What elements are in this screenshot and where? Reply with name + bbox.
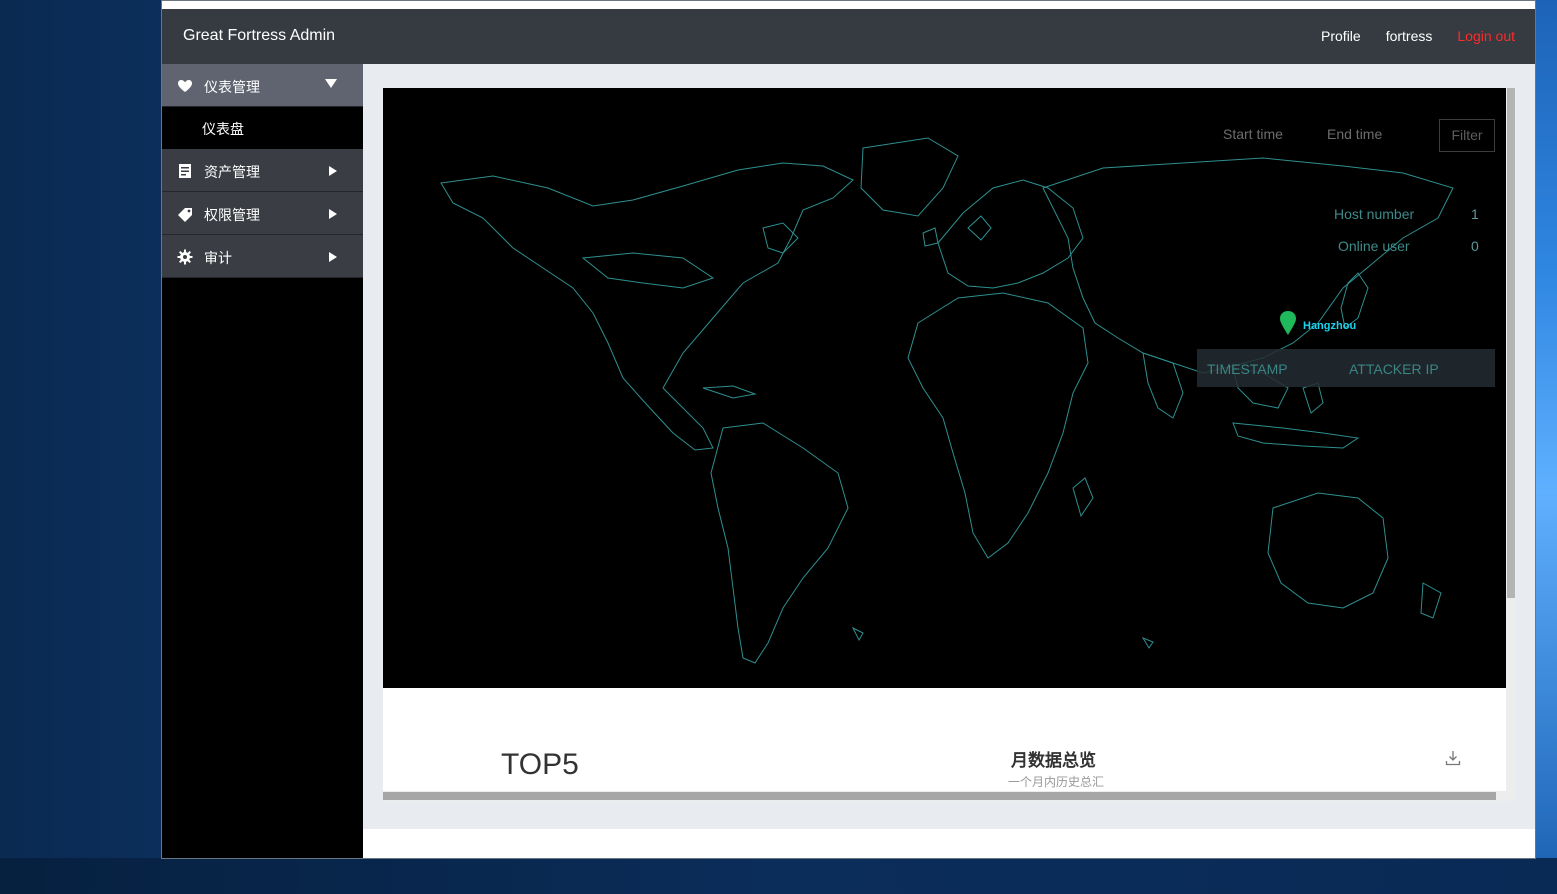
chevron-right-icon [329, 166, 337, 176]
host-number-value: 1 [1471, 206, 1479, 222]
app-brand[interactable]: Great Fortress Admin [183, 27, 335, 45]
sidebar-item-permission-management[interactable]: 权限管理 [162, 192, 363, 235]
download-icon[interactable] [1445, 750, 1461, 766]
horizontal-scrollbar-thumb[interactable] [383, 792, 1496, 800]
monthly-overview-subtitle: 一个月内历史总汇 [1008, 775, 1105, 789]
online-user-value: 0 [1471, 238, 1479, 254]
vertical-scrollbar-thumb[interactable] [1507, 88, 1515, 598]
chevron-down-icon [325, 79, 337, 88]
monthly-overview-title: 月数据总览 [1011, 751, 1096, 770]
table-header-timestamp[interactable]: TIMESTAMP [1207, 361, 1288, 377]
filter-button[interactable]: Filter [1439, 119, 1495, 152]
table-header-attacker-ip[interactable]: ATTACKER IP [1349, 361, 1439, 377]
top5-title: TOP5 [501, 748, 579, 781]
sidebar-item-label: 仪表管理 [204, 79, 260, 95]
world-map-outline [440, 137, 1454, 664]
host-number-label: Host number [1334, 206, 1415, 222]
world-map[interactable]: Start time End time Filter Host number 1… [383, 88, 1506, 688]
main-content: Start time End time Filter Host number 1… [363, 64, 1535, 829]
end-time-input[interactable]: End time [1327, 126, 1382, 142]
sidebar-subitem-label: 仪表盘 [202, 121, 244, 137]
heart-icon [178, 80, 192, 92]
horizontal-scrollbar[interactable] [383, 791, 1516, 801]
browser-window: Great Fortress Admin Profile fortress Lo… [161, 0, 1536, 859]
top-header: Great Fortress Admin Profile fortress Lo… [162, 9, 1535, 64]
vertical-scrollbar[interactable] [1506, 88, 1516, 801]
location-marker-icon[interactable] [1279, 310, 1297, 336]
document-icon [179, 164, 191, 178]
sidebar: 仪表管理 仪表盘 资产管理 权限管理 审计 [162, 64, 363, 858]
sidebar-subitem-dashboard[interactable]: 仪表盘 [162, 107, 363, 182]
desktop-background-bottom [0, 858, 1557, 894]
chevron-right-icon [329, 252, 337, 262]
logout-link[interactable]: Login out [1457, 28, 1515, 44]
attack-table-header: TIMESTAMP ATTACKER IP [1197, 349, 1495, 387]
user-name-link[interactable]: fortress [1386, 28, 1433, 44]
start-time-input[interactable]: Start time [1223, 126, 1283, 142]
sidebar-item-asset-management[interactable]: 资产管理 [162, 149, 363, 192]
header-nav: Profile fortress Login out [1321, 28, 1515, 44]
tag-icon [178, 208, 192, 222]
dashboard-panel: Start time End time Filter Host number 1… [383, 88, 1516, 801]
chevron-right-icon [329, 209, 337, 219]
sidebar-item-audit[interactable]: 审计 [162, 235, 363, 278]
profile-link[interactable]: Profile [1321, 28, 1361, 44]
online-user-label: Online user [1338, 238, 1410, 254]
window-top-strip [162, 1, 1535, 9]
sidebar-item-label: 资产管理 [204, 164, 260, 180]
marker-city-label: Hangzhou [1303, 320, 1357, 332]
sidebar-item-dashboard-management[interactable]: 仪表管理 [162, 64, 363, 107]
gear-icon [177, 249, 193, 265]
sidebar-item-label: 权限管理 [204, 207, 260, 223]
sidebar-item-label: 审计 [204, 250, 232, 266]
